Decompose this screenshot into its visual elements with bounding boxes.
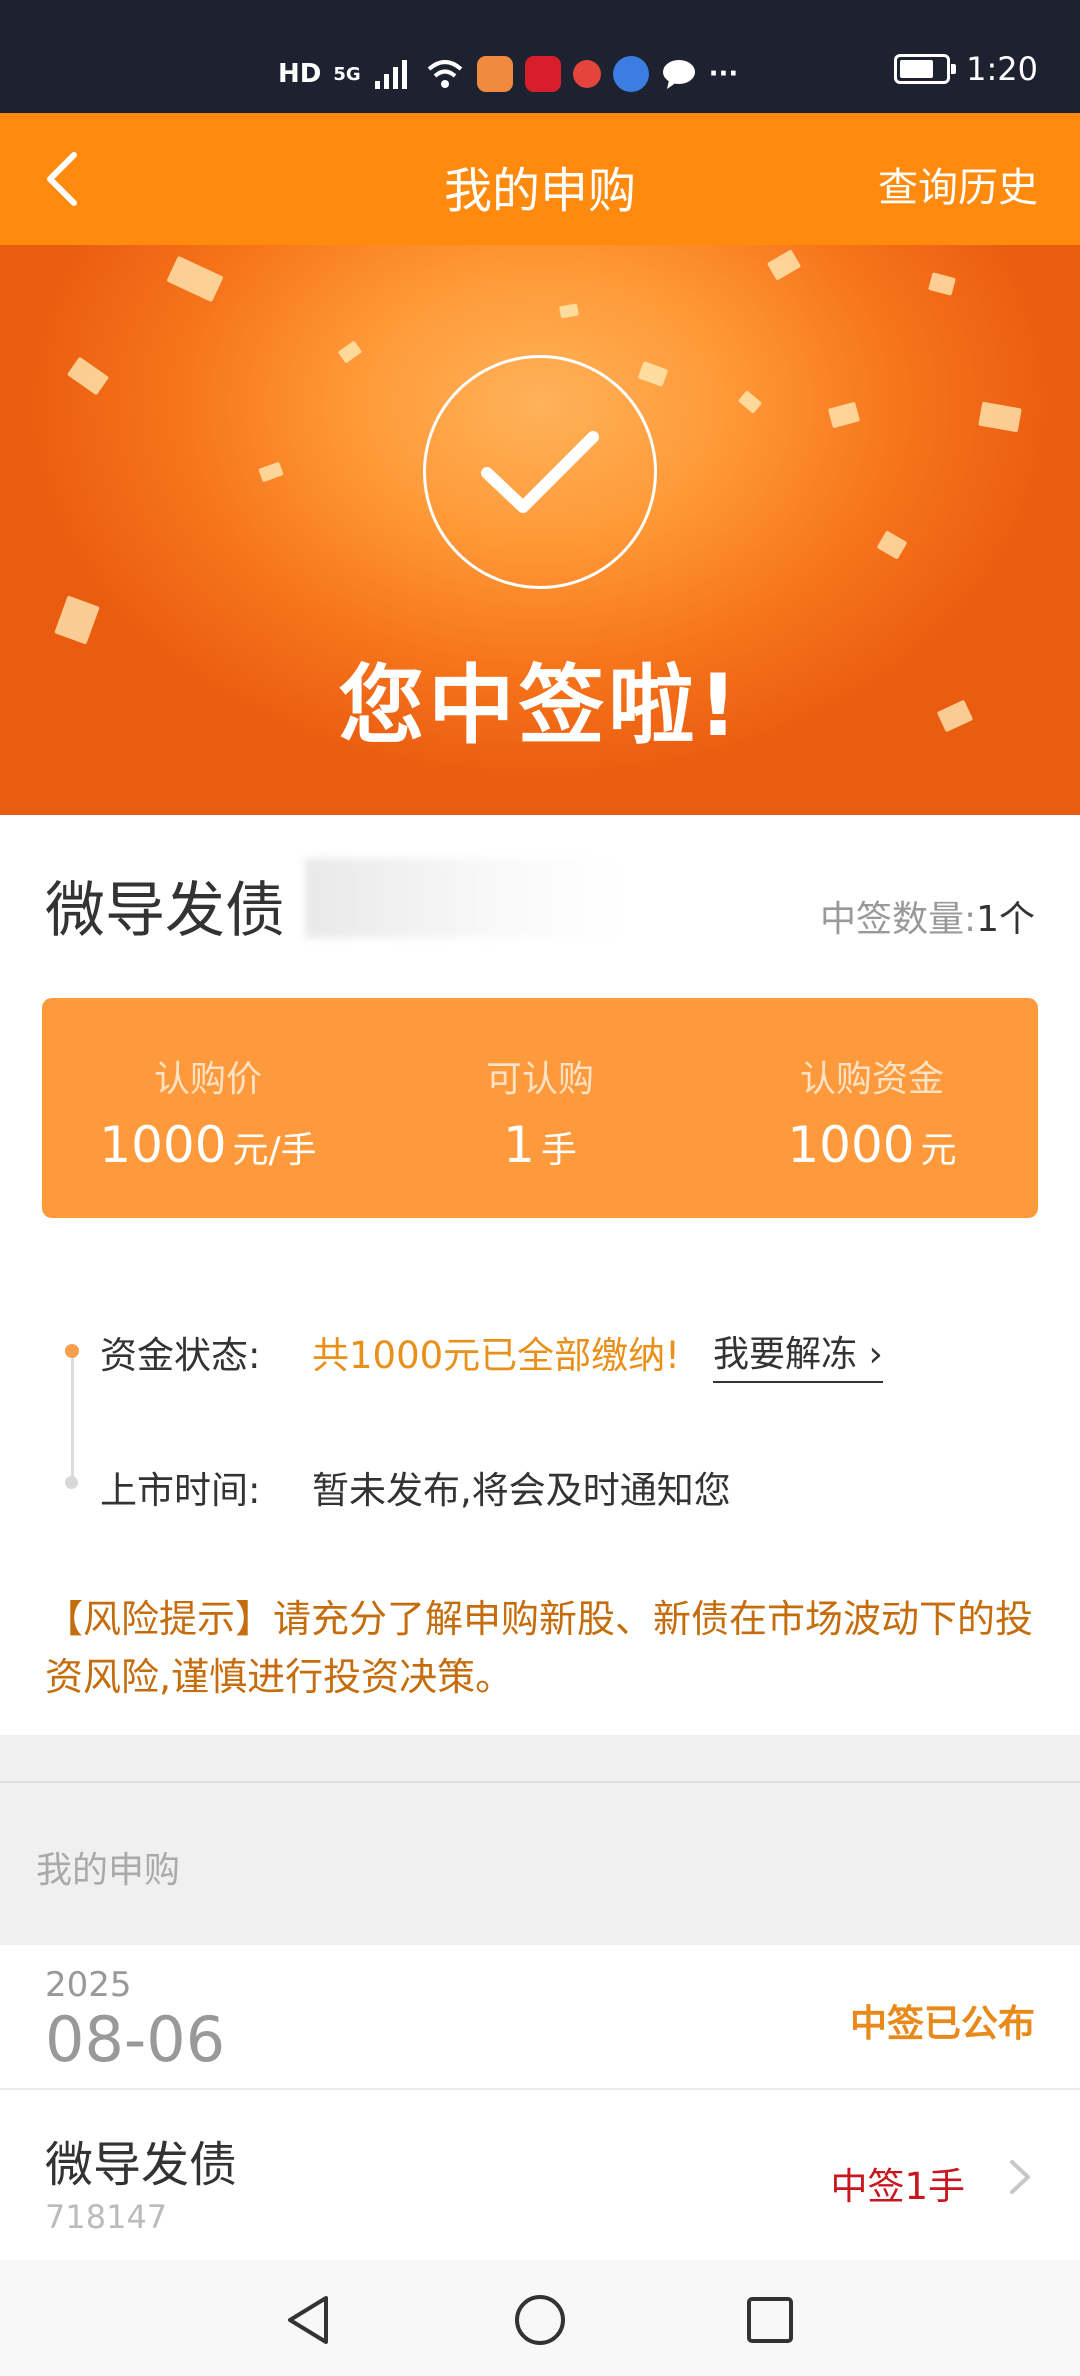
record-date: 08-06: [45, 2003, 226, 2076]
query-history-button[interactable]: 查询历史: [878, 155, 1038, 213]
available-value: 1手: [374, 1116, 706, 1174]
bond-name: 微导发债: [45, 876, 285, 946]
section-title: 我的申购: [36, 1850, 181, 1891]
funds-unit: 元: [920, 1130, 957, 1171]
available-column: 可认购 1手: [374, 998, 706, 1218]
fund-status-value: 共1000元已全部缴纳!: [312, 1334, 680, 1377]
win-count-value: 1个: [976, 899, 1035, 940]
funds-label: 认购资金: [799, 1059, 944, 1100]
win-count: 中签数量:1个: [820, 890, 1035, 942]
hd-indicator: HD: [278, 59, 322, 89]
success-banner: 您中签啦!: [0, 245, 1080, 815]
win-count-label: 中签数量:: [819, 899, 977, 940]
listing-time-label: 上市时间:: [100, 1469, 261, 1512]
available-number: 1: [503, 1116, 535, 1174]
success-message: 您中签啦!: [338, 656, 742, 756]
record-bond-code: 718147: [45, 2198, 168, 2236]
price-value: 1000 元/手: [42, 1116, 374, 1174]
status-icons: HD 5G ···: [278, 52, 738, 96]
record-status: 中签已公布: [850, 2002, 1035, 2045]
subscription-record-item[interactable]: 微导发债 718147 中签1手: [0, 2090, 1080, 2260]
price-number: 1000: [99, 1116, 227, 1174]
status-right: 1:20: [894, 50, 1038, 88]
system-nav-bar: [0, 2260, 1080, 2376]
section-header: 我的申购: [0, 1783, 1080, 1945]
battery-level: [900, 60, 934, 78]
network-5g-indicator: 5G: [333, 63, 361, 85]
timeline-line: [71, 1350, 74, 1482]
stock-app-notification-icon: [524, 56, 561, 92]
status-bar: HD 5G ··· 1:20: [0, 0, 1080, 113]
record-bond-name: 微导发债: [45, 2137, 238, 2193]
wifi-icon: [427, 60, 462, 88]
signal-icon: [374, 60, 407, 89]
risk-notice: 【风险提示】请充分了解申购新股、新债在市场波动下的投资风险,谨慎进行投资决策。: [45, 1597, 1034, 1699]
section-divider: [0, 1735, 1080, 1783]
nav-bar: 我的申购 查询历史: [0, 113, 1080, 245]
system-recents-button[interactable]: [740, 2290, 800, 2350]
timeline-dot-active: [65, 1344, 79, 1358]
available-label: 可认购: [485, 1059, 594, 1100]
more-notifications-indicator: ···: [708, 59, 739, 89]
system-back-button[interactable]: [280, 2290, 340, 2350]
browser-notification-icon: [612, 56, 649, 92]
record-result: 中签1手: [830, 2165, 965, 2208]
record-date-row: 2025 08-06 中签已公布: [0, 1945, 1080, 2090]
funds-value: 1000 元: [706, 1116, 1038, 1174]
timeline-dot-pending: [65, 1476, 78, 1489]
unfreeze-link[interactable]: 我要解冻 ›: [713, 1325, 883, 1383]
clock: 1:20: [966, 50, 1038, 88]
listing-time-value: 暂未发布,将会及时通知您: [312, 1469, 731, 1512]
funds-number: 1000: [787, 1116, 915, 1174]
shop-app-notification-icon: [572, 60, 601, 88]
fund-status-label: 资金状态:: [100, 1334, 261, 1377]
price-label: 认购价: [153, 1059, 262, 1100]
message-icon: [662, 60, 695, 89]
price-unit: 元/手: [232, 1130, 317, 1171]
system-home-button[interactable]: [510, 2290, 570, 2350]
subscription-info-card: 认购价 1000 元/手 可认购 1手 认购资金 1000 元: [42, 998, 1038, 1218]
price-column: 认购价 1000 元/手: [42, 998, 374, 1218]
app-notification-icon: [476, 56, 513, 92]
redacted-info: [305, 858, 625, 938]
chevron-right-icon: [1010, 2160, 1030, 2194]
check-circle-icon: [423, 355, 657, 589]
battery-icon: [894, 54, 957, 84]
available-unit: 手: [540, 1130, 577, 1171]
funds-column: 认购资金 1000 元: [706, 998, 1038, 1218]
record-year: 2025: [45, 1965, 132, 2005]
